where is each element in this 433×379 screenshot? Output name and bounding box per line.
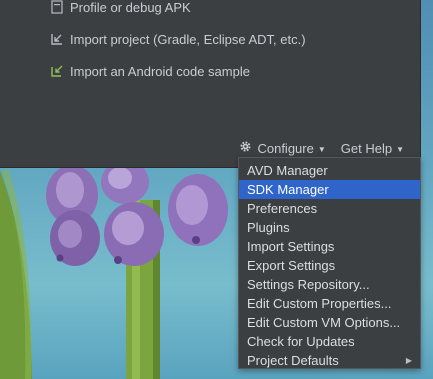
menu-item-label: Plugins: [247, 220, 290, 235]
menu-item-label: Check for Updates: [247, 334, 355, 349]
menu-item-label: Export Settings: [247, 258, 336, 273]
menu-item-plugins[interactable]: Plugins: [239, 218, 420, 237]
get-help-label: Get Help: [340, 140, 393, 156]
get-help-button[interactable]: Get Help ▼: [341, 141, 404, 156]
apk-icon: [50, 0, 64, 14]
import-project-label: Import project (Gradle, Eclipse ADT, etc…: [70, 31, 306, 47]
menu-item-label: AVD Manager: [247, 163, 328, 178]
configure-label: Configure: [257, 140, 314, 156]
menu-item-preferences[interactable]: Preferences: [239, 199, 420, 218]
import-android-sample-action[interactable]: Import an Android code sample: [50, 61, 250, 81]
bottom-links: Configure ▼ Get Help ▼: [239, 140, 404, 156]
menu-item-export-settings[interactable]: Export Settings: [239, 256, 420, 275]
menu-item-settings-repository[interactable]: Settings Repository...: [239, 275, 420, 294]
menu-item-project-defaults[interactable]: Project Defaults ▶: [239, 351, 420, 370]
menu-item-sdk-manager[interactable]: SDK Manager: [239, 180, 420, 199]
menu-item-label: Project Defaults: [247, 353, 339, 368]
menu-item-label: Edit Custom VM Options...: [247, 315, 401, 330]
menu-item-label: SDK Manager: [247, 182, 329, 197]
configure-button[interactable]: Configure ▼: [239, 140, 326, 156]
menu-item-check-for-updates[interactable]: Check for Updates: [239, 332, 420, 351]
menu-item-edit-custom-properties[interactable]: Edit Custom Properties...: [239, 294, 420, 313]
profile-debug-apk-label: Profile or debug APK: [70, 0, 191, 15]
welcome-window: Profile or debug APK Import project (Gra…: [0, 0, 421, 168]
submenu-arrow-icon: ▶: [405, 356, 412, 365]
menu-item-edit-custom-vm-options[interactable]: Edit Custom VM Options...: [239, 313, 420, 332]
import-project-icon: [50, 32, 64, 46]
import-project-action[interactable]: Import project (Gradle, Eclipse ADT, etc…: [50, 29, 306, 49]
menu-item-label: Settings Repository...: [247, 277, 370, 292]
chevron-down-icon: ▼: [396, 144, 404, 154]
import-android-sample-label: Import an Android code sample: [70, 63, 250, 79]
android-sample-icon: [50, 64, 64, 78]
menu-item-avd-manager[interactable]: AVD Manager: [239, 161, 420, 180]
menu-item-label: Edit Custom Properties...: [247, 296, 392, 311]
chevron-down-icon: ▼: [317, 144, 326, 154]
configure-dropdown-menu: AVD Manager SDK Manager Preferences Plug…: [238, 157, 421, 369]
gear-icon: [239, 140, 257, 156]
profile-debug-apk-action[interactable]: Profile or debug APK: [50, 0, 191, 17]
menu-item-label: Import Settings: [247, 239, 335, 254]
menu-item-import-settings[interactable]: Import Settings: [239, 237, 420, 256]
menu-item-label: Preferences: [247, 201, 318, 216]
